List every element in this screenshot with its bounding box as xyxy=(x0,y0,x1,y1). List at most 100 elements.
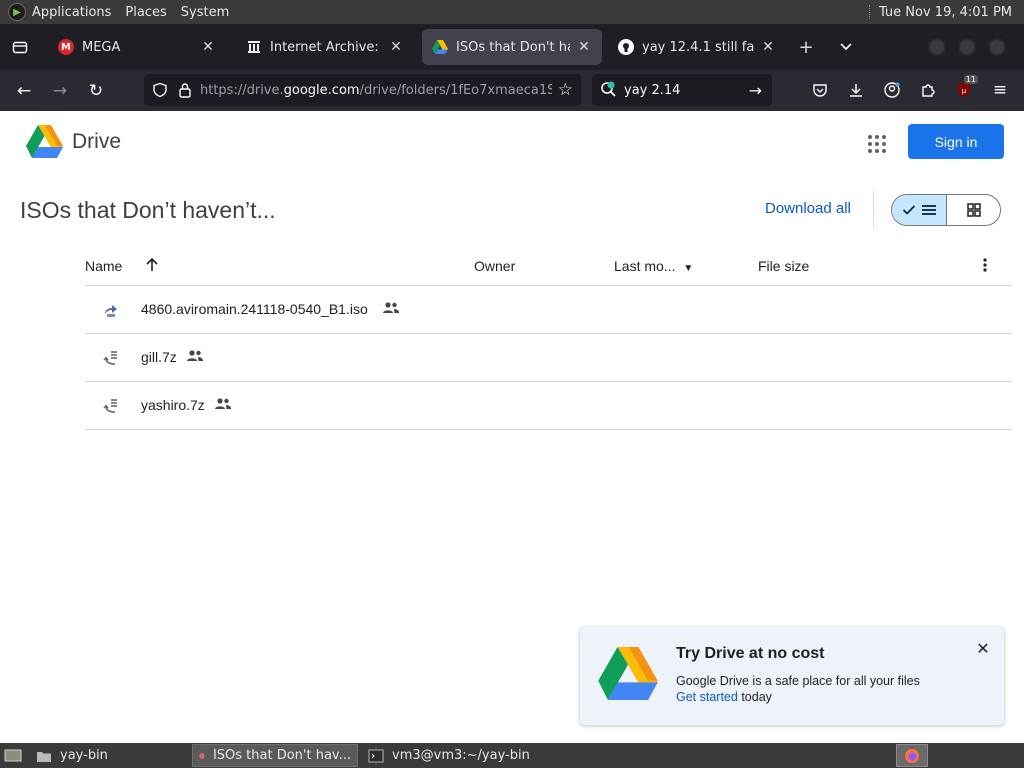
iso-file-icon xyxy=(105,305,117,317)
pocket-button[interactable] xyxy=(802,74,838,106)
close-tab-icon[interactable]: ✕ xyxy=(576,39,592,55)
grid-view-button[interactable] xyxy=(947,195,1000,225)
promo-body: Google Drive is a safe place for all you… xyxy=(676,674,920,688)
clock[interactable]: Tue Nov 19, 4:01 PM xyxy=(879,5,1012,20)
taskbar-item-yay-bin[interactable]: yay-bin xyxy=(30,744,188,767)
get-started-link[interactable]: Get started xyxy=(676,690,738,704)
column-header-last-modified[interactable]: Last mo... ▼ xyxy=(614,258,693,274)
distro-logo-icon[interactable]: ▶ xyxy=(8,3,26,21)
drive-brand-name[interactable]: Drive xyxy=(72,130,121,154)
taskbar-item-terminal[interactable]: vm3@vm3:~/yay-bin xyxy=(362,744,562,767)
os-taskbar: yay-bin ISOs that Don't hav... vm3@vm3:~… xyxy=(0,743,1024,768)
download-all-button[interactable]: Download all xyxy=(765,200,851,217)
new-tab-button[interactable]: + xyxy=(786,29,826,65)
applications-menu[interactable]: Applications xyxy=(32,5,111,20)
google-apps-icon[interactable] xyxy=(864,131,888,155)
caret-down-icon: ▼ xyxy=(683,263,694,274)
grid-view-icon xyxy=(966,203,981,217)
shared-people-icon xyxy=(215,398,231,409)
navigation-toolbar: ← → ↻ https://drive.google.com/drive/fol… xyxy=(0,70,1024,111)
file-name[interactable]: yashiro.7z xyxy=(141,397,205,413)
downloads-button[interactable] xyxy=(838,74,874,106)
url-text[interactable]: https://drive.google.com/drive/folders/1… xyxy=(200,83,552,98)
os-top-panel: ▶ Applications Places System Tue Nov 19,… xyxy=(0,0,1024,24)
view-toggle xyxy=(891,194,1001,226)
maximize-window-button[interactable] xyxy=(958,38,976,56)
system-menu[interactable]: System xyxy=(181,5,229,20)
table-row[interactable]: yashiro.7z xyxy=(85,382,1012,430)
promo-cta-line: Get started today xyxy=(676,690,772,704)
reload-icon: ↻ xyxy=(88,80,104,101)
table-row[interactable]: 4860.aviromain.241118-0540_B1.iso xyxy=(85,286,1012,334)
bookmark-star-icon[interactable]: ☆ xyxy=(558,80,573,100)
download-icon xyxy=(850,84,862,97)
tab-title: ISOs that Don't haven xyxy=(456,39,570,55)
tab-github-issue[interactable]: yay 12.4.1 still fails wit ✕ xyxy=(608,29,786,65)
file-name[interactable]: gill.7z xyxy=(141,349,177,365)
column-header-name[interactable]: Name xyxy=(85,258,122,274)
tab-drive-folder[interactable]: ISOs that Don't haven ✕ xyxy=(422,29,602,65)
column-header-last-modified-label: Last mo... xyxy=(614,258,676,274)
account-button[interactable] xyxy=(874,74,910,106)
tab-title: yay 12.4.1 still fails wit xyxy=(642,39,754,55)
terminal-icon xyxy=(368,749,384,762)
taskbar-item-label: ISOs that Don't hav... xyxy=(212,748,351,763)
shared-people-icon xyxy=(187,350,203,361)
list-view-button[interactable] xyxy=(892,195,947,225)
arrow-left-icon: ← xyxy=(16,80,32,101)
minimize-window-button[interactable] xyxy=(928,38,946,56)
close-window-button[interactable] xyxy=(988,38,1006,56)
ublock-badge: 11 xyxy=(963,75,978,84)
lock-icon[interactable] xyxy=(178,82,192,98)
svg-text:μ: μ xyxy=(962,87,967,95)
places-menu[interactable]: Places xyxy=(125,5,166,20)
table-row[interactable]: gill.7z xyxy=(85,334,1012,382)
column-header-owner[interactable]: Owner xyxy=(474,258,515,274)
chevron-down-icon xyxy=(840,43,852,51)
ublock-shield-icon: μ xyxy=(958,83,970,97)
list-view-icon xyxy=(922,205,936,215)
browser-tab-strip: M MEGA ✕ Internet Archive: Digit ✕ ISOs … xyxy=(0,24,1024,70)
header-divider xyxy=(873,191,874,227)
show-desktop-button[interactable] xyxy=(0,744,26,767)
file-name[interactable]: 4860.aviromain.241118-0540_B1.iso xyxy=(141,301,368,317)
sign-in-button[interactable]: Sign in xyxy=(908,124,1004,159)
taskbar-item-firefox[interactable]: ISOs that Don't hav... xyxy=(192,744,358,767)
tab-mega[interactable]: M MEGA ✕ xyxy=(48,29,226,65)
github-icon xyxy=(618,39,634,55)
forward-button[interactable]: → xyxy=(42,75,78,107)
search-go-arrow-icon[interactable]: → xyxy=(749,81,762,100)
close-tab-icon[interactable]: ✕ xyxy=(200,39,216,55)
file-list-table: Name Owner Last mo... ▼ File size 4860.a… xyxy=(85,246,1012,430)
close-promo-icon[interactable]: ✕ xyxy=(974,639,992,658)
sort-ascending-icon[interactable] xyxy=(145,256,159,275)
list-all-tabs-button[interactable] xyxy=(826,29,866,65)
close-tab-icon[interactable]: ✕ xyxy=(388,39,404,55)
address-bar[interactable]: https://drive.google.com/drive/folders/1… xyxy=(144,74,581,106)
window-controls xyxy=(928,38,1006,56)
shield-icon[interactable] xyxy=(152,82,168,98)
archive-icon xyxy=(246,39,262,55)
reload-button[interactable]: ↻ xyxy=(78,75,114,107)
toolbar-right-buttons: μ 11 ≡ xyxy=(802,74,1018,106)
archive-file-icon xyxy=(103,399,117,413)
search-input[interactable]: yay 2.14 xyxy=(624,83,749,98)
ublock-button[interactable]: μ 11 xyxy=(946,74,982,106)
promo-title: Try Drive at no cost xyxy=(676,645,825,662)
back-button[interactable]: ← xyxy=(6,75,42,107)
search-engine-icon xyxy=(601,81,616,97)
extensions-button[interactable] xyxy=(910,74,946,106)
url-prefix: https://drive. xyxy=(200,82,284,98)
firefox-icon xyxy=(905,748,919,763)
taskbar-item-label: yay-bin xyxy=(60,748,108,763)
app-menu-button[interactable]: ≡ xyxy=(982,74,1018,106)
workspace-switcher[interactable] xyxy=(896,744,928,767)
column-header-file-size[interactable]: File size xyxy=(758,258,809,274)
tab-overview-button[interactable] xyxy=(0,24,40,70)
close-tab-icon[interactable]: ✕ xyxy=(760,39,776,55)
checkmark-icon xyxy=(902,205,916,215)
more-options-icon[interactable] xyxy=(978,256,992,277)
search-bar[interactable]: yay 2.14 → xyxy=(592,74,772,106)
tab-internet-archive[interactable]: Internet Archive: Digit ✕ xyxy=(236,29,414,65)
google-drive-logo-icon[interactable] xyxy=(26,125,63,158)
